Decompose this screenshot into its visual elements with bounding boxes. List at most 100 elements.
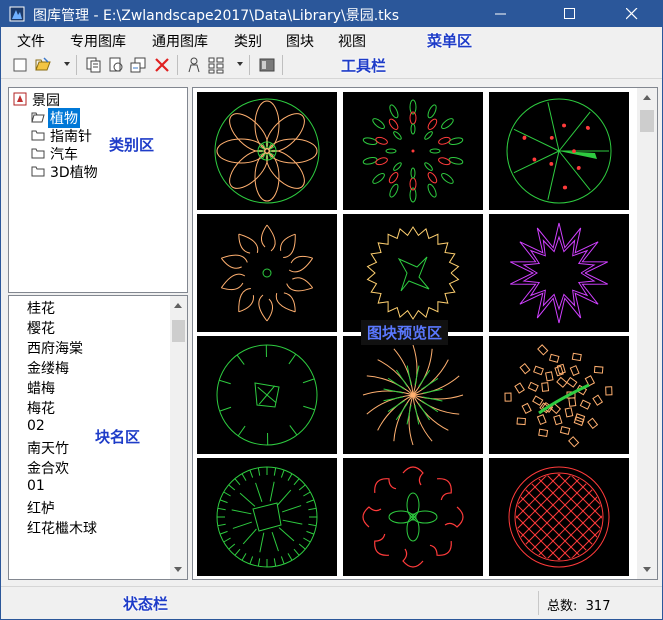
total-label: 总数:: [547, 599, 578, 614]
block-symbol-icon: [362, 344, 464, 446]
block-symbol-icon: [214, 98, 320, 204]
list-item[interactable]: 红栌: [27, 498, 55, 518]
total-value: 317: [585, 599, 611, 614]
block-thumbnail[interactable]: [489, 214, 629, 332]
block-thumbnail[interactable]: [197, 458, 337, 576]
insert-block-icon[interactable]: [107, 56, 125, 74]
list-item[interactable]: 金合欢: [27, 458, 69, 478]
toolbar-separator: [282, 55, 283, 75]
tree-item-label: 3D植物: [50, 165, 98, 181]
app-icon: [9, 6, 25, 22]
block-symbol-icon: [510, 222, 608, 324]
annotation-status-area: 状态栏: [123, 595, 169, 613]
annotation-block-name-area: 块名区: [95, 428, 141, 446]
scroll-down-arrow-icon[interactable]: [643, 567, 651, 572]
block-symbol-icon: [216, 344, 318, 446]
rename-icon[interactable]: [129, 56, 147, 74]
delete-icon[interactable]: [153, 56, 171, 74]
folder-open-icon: [31, 112, 45, 123]
close-button[interactable]: [609, 1, 655, 27]
copy-block-icon[interactable]: [85, 56, 103, 74]
block-thumbnail[interactable]: [197, 92, 337, 210]
block-symbol-icon: [362, 466, 464, 568]
block-thumbnail[interactable]: [343, 458, 483, 576]
open-dropdown-arrow[interactable]: [64, 62, 70, 66]
menu-category[interactable]: 类别: [234, 31, 262, 51]
preview-scrollbar[interactable]: [637, 88, 657, 579]
menu-file[interactable]: 文件: [17, 31, 45, 51]
tree-root-label: 景园: [32, 93, 60, 109]
block-thumbnail[interactable]: [197, 214, 337, 332]
category-tree[interactable]: 景园 植物 指南针 汽车 3D植物 类别区: [8, 87, 188, 293]
new-file-icon[interactable]: [11, 56, 29, 74]
tree-item-label: 植物: [48, 108, 80, 128]
menu-common-library[interactable]: 通用图库: [152, 31, 208, 51]
list-item[interactable]: 樱花: [27, 318, 55, 338]
block-thumbnail[interactable]: [343, 214, 483, 332]
block-symbol-icon: [362, 99, 464, 203]
toolbar-separator: [177, 55, 178, 75]
view-dropdown-arrow[interactable]: [237, 62, 243, 66]
folder-icon: [31, 148, 45, 159]
window-title: 图库管理 - E:\Zwlandscape2017\Data\Library\景…: [33, 8, 400, 24]
tree-item-label: 汽车: [50, 147, 78, 163]
list-item[interactable]: 01: [27, 478, 45, 494]
block-thumbnail[interactable]: [197, 336, 337, 454]
block-symbol-icon: [508, 466, 610, 568]
total-count: 总数: 317: [547, 595, 610, 614]
folder-icon: [31, 130, 45, 141]
library-window: 图库管理 - E:\Zwlandscape2017\Data\Library\景…: [0, 0, 663, 620]
block-thumbnail[interactable]: [489, 458, 629, 576]
block-symbol-icon: [216, 466, 318, 568]
maximize-button[interactable]: [547, 1, 593, 27]
menu-bar: 文件 专用图库 通用图库 类别 图块 视图 菜单区: [1, 27, 662, 51]
list-item[interactable]: 梅花: [27, 398, 55, 418]
status-bar: 状态栏 总数: 317: [1, 586, 662, 619]
block-symbol-icon: [506, 98, 612, 204]
open-folder-icon[interactable]: [34, 56, 52, 74]
status-separator: [538, 591, 539, 615]
annotation-toolbar-area: 工具栏: [341, 57, 387, 75]
annotation-menu-area: 菜单区: [427, 32, 473, 50]
list-item[interactable]: 蜡梅: [27, 378, 55, 398]
block-thumbnail[interactable]: [489, 336, 629, 454]
maximize-icon: [564, 8, 575, 19]
toolbar-separator: [76, 55, 77, 75]
list-item[interactable]: 金缕梅: [27, 358, 69, 378]
annotation-category-area: 类别区: [109, 136, 155, 154]
list-item[interactable]: 南天竹: [27, 438, 69, 458]
scroll-up-arrow-icon[interactable]: [174, 303, 182, 308]
menu-special-library[interactable]: 专用图库: [70, 31, 126, 51]
block-thumbnail[interactable]: [489, 92, 629, 210]
scroll-thumb[interactable]: [640, 110, 654, 132]
close-icon: [626, 8, 638, 20]
scroll-up-arrow-icon[interactable]: [643, 95, 651, 100]
grid-view-icon[interactable]: [207, 56, 225, 74]
scroll-down-arrow-icon[interactable]: [174, 567, 182, 572]
annotation-preview-area: 图块预览区: [361, 320, 449, 345]
list-item[interactable]: 西府海棠: [27, 338, 83, 358]
list-item[interactable]: 红花檵木球: [27, 518, 97, 538]
block-preview-area[interactable]: 图块预览区: [192, 87, 658, 580]
block-thumbnail[interactable]: [343, 336, 483, 454]
toolbar-panel-icon[interactable]: [258, 56, 276, 74]
menu-block[interactable]: 图块: [286, 31, 314, 51]
menu-view[interactable]: 视图: [338, 31, 366, 51]
block-name-list[interactable]: 桂花 樱花 西府海棠 金缕梅 蜡梅 梅花 02 南天竹 金合欢 01 红栌 红花…: [8, 295, 188, 580]
scroll-thumb[interactable]: [172, 320, 185, 342]
block-symbol-icon: [220, 224, 314, 322]
person-icon[interactable]: [185, 56, 203, 74]
toolbar-separator: [249, 55, 250, 75]
tree-item-label: 指南针: [50, 129, 92, 145]
list-item[interactable]: 桂花: [27, 298, 55, 318]
minimize-button[interactable]: [478, 1, 524, 27]
list-scrollbar[interactable]: [170, 296, 187, 579]
title-bar[interactable]: 图库管理 - E:\Zwlandscape2017\Data\Library\景…: [1, 1, 662, 27]
minimize-icon: [495, 13, 506, 15]
folder-icon: [31, 166, 45, 177]
list-item[interactable]: 02: [27, 418, 45, 434]
library-root-icon: [13, 92, 27, 106]
block-symbol-icon: [504, 344, 613, 448]
toolbar: 工具栏: [1, 51, 662, 79]
block-thumbnail[interactable]: [343, 92, 483, 210]
